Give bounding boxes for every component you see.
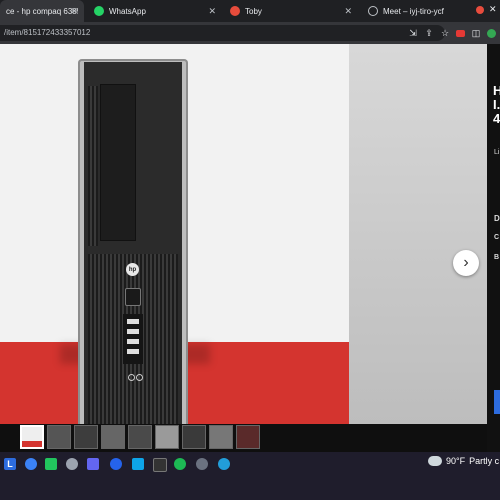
thumbnail[interactable] [74, 425, 98, 449]
close-icon[interactable]: ✕ [208, 6, 216, 17]
tab-meet[interactable]: Meet – iyj-tiro-ycf [362, 0, 470, 22]
globe-icon [368, 6, 378, 16]
check-icon[interactable] [45, 458, 57, 470]
listing-meta-fragment: Li [494, 149, 500, 156]
profile-avatar[interactable] [487, 28, 496, 38]
thumbnail[interactable] [47, 425, 71, 449]
toby-icon [230, 6, 240, 16]
browser-icon[interactable] [25, 458, 37, 470]
thumbnail[interactable] [20, 425, 44, 449]
close-icon[interactable]: ✕ [489, 4, 497, 15]
audio-jack [136, 374, 143, 381]
close-icon[interactable]: ✕ [70, 6, 78, 17]
power-button [125, 288, 141, 306]
start-button[interactable]: L [4, 458, 16, 470]
tab-title: Meet – iyj-tiro-ycf [383, 6, 444, 16]
thumbnail[interactable] [155, 425, 179, 449]
browser-toolbar: /item/815172433357012 ⇲ ⇪ ☆ ◫ [0, 22, 500, 44]
tab-strip: ce - hp compaq 6305 ✕ WhatsApp ✕ Toby ✕ … [0, 0, 500, 22]
listing-title-fragment: H [493, 83, 500, 98]
condition-fragment: C [494, 234, 500, 241]
tab-title: Toby [245, 6, 262, 16]
bookmark-star-icon[interactable]: ☆ [440, 28, 450, 38]
thumbnail[interactable] [128, 425, 152, 449]
brand-fragment: B [494, 254, 500, 261]
app-icon[interactable] [87, 458, 99, 470]
listing-title-fragment: I. [493, 97, 500, 112]
usb-ports [123, 314, 143, 364]
next-image-button[interactable]: › [453, 250, 479, 276]
extension-icon[interactable] [456, 29, 465, 37]
close-icon[interactable]: ✕ [344, 6, 352, 17]
listing-title-fragment: 4 [493, 111, 500, 126]
toolbar-icons: ⇲ ⇪ ☆ ◫ [408, 22, 500, 44]
tab-whatsapp[interactable]: WhatsApp ✕ [88, 0, 222, 22]
weather-widget[interactable]: 90°F Partly c [426, 453, 500, 466]
tab-marketplace[interactable]: ce - hp compaq 6305 ✕ [0, 0, 84, 22]
telegram-icon[interactable] [218, 458, 230, 470]
zoom-icon[interactable] [110, 458, 122, 470]
vscode-icon[interactable] [132, 458, 144, 470]
thumbnail[interactable] [101, 425, 125, 449]
install-icon[interactable]: ⇲ [408, 28, 418, 38]
tab-title: ce - hp compaq 6305 [6, 6, 78, 16]
details-heading-fragment: D [494, 214, 500, 223]
thumbnail-strip [20, 425, 260, 450]
terminal-icon[interactable] [153, 458, 167, 472]
whatsapp-icon [94, 6, 104, 16]
weather-text: Partly c [469, 456, 500, 466]
taskbar: L 90°F Partly c [0, 452, 500, 500]
thumbnail[interactable] [236, 425, 260, 449]
thumbnail[interactable] [182, 425, 206, 449]
image-viewer: hp [0, 44, 349, 424]
page-content: hp › H I. 4 Li D C B [0, 44, 500, 452]
tab-title: WhatsApp [109, 6, 146, 16]
drive-bay [100, 84, 136, 241]
chrome-icon[interactable] [66, 458, 78, 470]
spotify-icon[interactable] [174, 458, 186, 470]
thumbnail[interactable] [209, 425, 233, 449]
address-bar[interactable]: /item/815172433357012 [0, 25, 445, 41]
partly-cloudy-icon [426, 453, 442, 466]
weather-temp: 90°F [446, 456, 466, 466]
tab-toby[interactable]: Toby ✕ [224, 0, 358, 22]
camera-icon[interactable]: ◫ [471, 28, 481, 38]
message-seller-button[interactable] [494, 390, 500, 414]
next-image-preview [349, 44, 487, 424]
recording-icon[interactable] [476, 6, 484, 14]
audio-jack [128, 374, 135, 381]
pc-vent [88, 86, 98, 246]
share-icon[interactable]: ⇪ [424, 28, 434, 38]
timer-icon[interactable] [196, 458, 208, 470]
hp-logo: hp [126, 263, 139, 276]
